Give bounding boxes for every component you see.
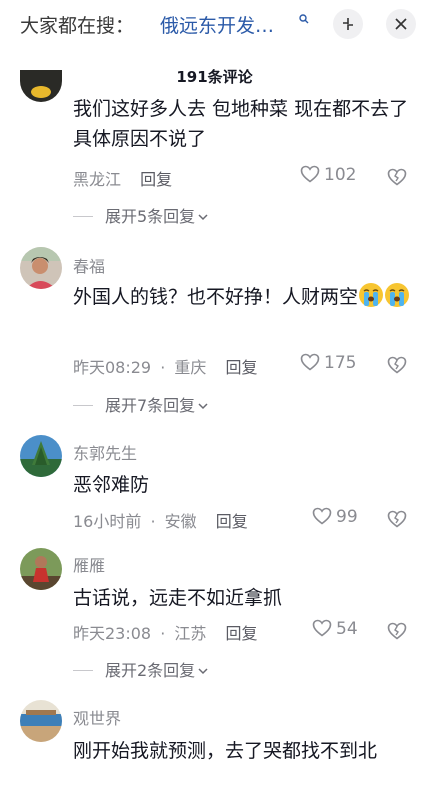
collapse-icon (343, 18, 353, 30)
comment-location: 重庆 (174, 358, 207, 377)
chevron-down-icon (198, 668, 208, 675)
broken-heart-icon[interactable] (387, 621, 407, 641)
comment-meta: 16小时前 · 安徽 回复 (73, 508, 248, 532)
heart-icon (300, 165, 320, 183)
collapse-button[interactable] (333, 9, 363, 39)
broken-heart-icon[interactable] (387, 509, 407, 529)
comment-location: 黑龙江 (73, 170, 122, 189)
comment-text: 恶邻难防 (73, 474, 150, 496)
avatar[interactable] (20, 70, 62, 102)
comment-meta: 昨天08:29 · 重庆 回复 (73, 354, 258, 378)
like-count: 175 (324, 353, 357, 373)
close-icon (395, 18, 407, 30)
comment-time: 昨天08:29 (73, 358, 152, 377)
heart-icon (312, 619, 332, 637)
reply-button[interactable]: 回复 (216, 508, 248, 532)
expand-replies-button[interactable]: 展开5条回复 (73, 203, 209, 227)
expand-replies-button[interactable]: 展开2条回复 (73, 657, 209, 681)
comment-time: 昨天23:08 (73, 624, 152, 643)
comment-meta: 昨天23:08 · 江苏 回复 (73, 620, 258, 644)
reply-button[interactable]: 回复 (226, 620, 258, 644)
search-icon (299, 14, 309, 24)
comment-text: 古话说，远走不如近拿抓 (73, 587, 283, 609)
like-button[interactable]: 99 (312, 507, 358, 531)
comment-count-title: 191条评论 (176, 68, 253, 86)
comment-username[interactable]: 观世界 (73, 705, 121, 729)
chevron-down-icon (198, 214, 208, 221)
crying-face-icon (359, 283, 384, 307)
search-prefix-label: 大家都在搜： (20, 15, 135, 37)
comment-username[interactable]: 雁雁 (73, 552, 105, 576)
heart-icon (312, 507, 332, 525)
like-button[interactable]: 175 (300, 353, 356, 377)
like-button[interactable]: 54 (312, 619, 358, 643)
comment-username[interactable]: 春福 (73, 253, 105, 277)
comment-username[interactable]: 东郭先生 (73, 440, 137, 464)
broken-heart-icon[interactable] (387, 167, 407, 187)
comment-meta: 黑龙江 回复 (73, 166, 172, 190)
avatar[interactable] (20, 548, 62, 590)
broken-heart-icon[interactable] (387, 355, 407, 375)
expand-replies-label: 展开2条回复 (105, 661, 196, 680)
like-count: 99 (336, 507, 358, 527)
top-search-bar[interactable]: 大家都在搜： 俄远东开发… (0, 0, 429, 50)
comment-time: 16小时前 (73, 512, 142, 531)
expand-replies-label: 展开5条回复 (105, 207, 196, 226)
like-count: 102 (324, 165, 357, 185)
comment-text: 外国人的钱？也不好挣！人财两空 (73, 282, 413, 312)
reply-button[interactable]: 回复 (226, 354, 258, 378)
comment-text: 我们这好多人去 包地种菜 现在都不去了 具体原因不说了 (73, 98, 409, 150)
avatar[interactable] (20, 435, 62, 477)
comment-text: 刚开始我就预测，去了哭都找不到北 (73, 740, 378, 762)
like-button[interactable]: 102 (300, 165, 356, 189)
close-button[interactable] (386, 9, 416, 39)
expand-replies-label: 展开7条回复 (105, 396, 196, 415)
comment-location: 江苏 (174, 624, 207, 643)
avatar[interactable] (20, 247, 62, 289)
crying-face-icon (385, 283, 410, 307)
search-suggestion-link[interactable]: 俄远东开发… (160, 11, 274, 38)
reply-button[interactable]: 回复 (140, 166, 172, 190)
chevron-down-icon (198, 403, 208, 410)
avatar[interactable] (20, 700, 62, 742)
heart-icon (300, 353, 320, 371)
like-count: 54 (336, 619, 358, 639)
expand-replies-button[interactable]: 展开7条回复 (73, 392, 209, 416)
comment-location: 安徽 (164, 512, 197, 531)
